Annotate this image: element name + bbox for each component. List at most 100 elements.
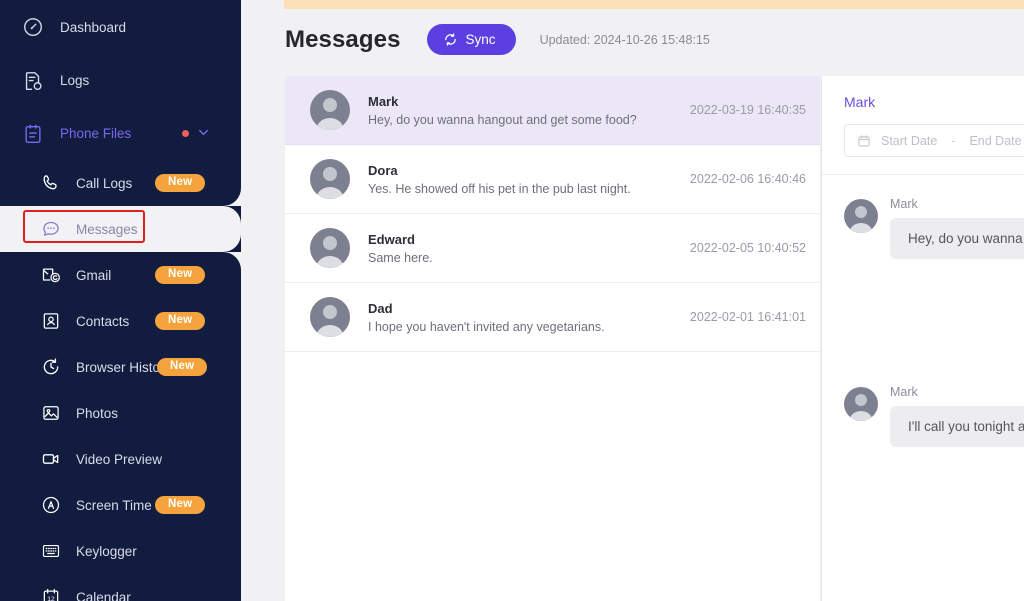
top-banner bbox=[284, 0, 1024, 9]
chat-message: Mark I'll call you tonight and we can ta… bbox=[844, 385, 1024, 447]
chat-sender-name: Mark bbox=[890, 197, 918, 211]
sidebar-item-keylogger[interactable]: Keylogger bbox=[0, 528, 241, 574]
message-row-text: Mark Hey, do you wanna hangout and get s… bbox=[368, 94, 678, 127]
sidebar-item-label: Call Logs bbox=[76, 175, 133, 191]
message-list-panel: Mark Hey, do you wanna hangout and get s… bbox=[285, 76, 820, 601]
sidebar-nav-list: Dashboard Logs Phone Files Call Logs New… bbox=[0, 0, 241, 601]
sidebar-item-label: Phone Files bbox=[60, 126, 132, 141]
contacts-icon bbox=[38, 308, 64, 334]
message-contact-name: Dora bbox=[368, 162, 398, 178]
sidebar-item-calendar[interactable]: 12 Calendar bbox=[0, 574, 241, 601]
message-contact-name: Edward bbox=[368, 231, 415, 247]
message-timestamp: 2022-03-19 16:40:35 bbox=[689, 103, 806, 117]
detail-header: Mark Start Date - End Date bbox=[822, 76, 1024, 157]
badge-new: New bbox=[155, 311, 206, 331]
message-snippet: Hey, do you wanna hangout and get some f… bbox=[368, 112, 637, 127]
sidebar-item-photos[interactable]: Photos bbox=[0, 390, 241, 436]
chat-bubble: Hey, do you wanna hangout and get some f… bbox=[890, 218, 1024, 259]
page-header: Messages Sync Updated: 2024-10-26 15:48:… bbox=[285, 24, 710, 55]
sidebar-item-label: Video Preview bbox=[76, 451, 163, 467]
message-list-row[interactable]: Mark Hey, do you wanna hangout and get s… bbox=[285, 76, 820, 145]
chevron-down-icon[interactable] bbox=[196, 125, 211, 143]
sync-button[interactable]: Sync bbox=[426, 24, 516, 55]
main-content: Messages Sync Updated: 2024-10-26 15:48:… bbox=[241, 0, 1024, 601]
phone-files-icon bbox=[20, 121, 46, 147]
sidebar-item-browser-history[interactable]: Browser History New bbox=[0, 344, 241, 390]
message-snippet: Same here. bbox=[368, 250, 433, 265]
detail-contact-name: Mark bbox=[844, 94, 876, 110]
chat-bubble: I'll call you tonight and we can talk. bbox=[890, 406, 1024, 447]
sidebar-item-label: Calendar bbox=[76, 589, 131, 601]
end-date-input[interactable]: End Date bbox=[969, 134, 1021, 148]
sidebar: Dashboard Logs Phone Files Call Logs New… bbox=[0, 0, 241, 601]
badge-new: New bbox=[155, 173, 206, 193]
logs-icon bbox=[20, 68, 46, 94]
message-snippet: I hope you haven't invited any vegetaria… bbox=[368, 319, 605, 334]
message-timestamp: 2022-02-05 10:40:52 bbox=[689, 241, 806, 255]
gmail-icon bbox=[38, 262, 64, 288]
message-list-row[interactable]: Edward Same here. 2022-02-05 10:40:52 bbox=[285, 214, 820, 283]
message-list-row[interactable]: Dad I hope you haven't invited any veget… bbox=[285, 283, 820, 352]
conversation-detail-panel: Mark Start Date - End Date Mark Hey, do … bbox=[821, 76, 1024, 601]
message-contact-name: Dad bbox=[368, 300, 393, 316]
sidebar-item-label: Dashboard bbox=[60, 19, 127, 35]
calendar-icon bbox=[857, 134, 871, 148]
sidebar-item-logs[interactable]: Logs bbox=[0, 54, 241, 107]
message-snippet: Yes. He showed off his pet in the pub la… bbox=[368, 181, 631, 196]
avatar bbox=[844, 199, 878, 233]
notification-dot-icon bbox=[182, 130, 189, 137]
sidebar-item-dashboard[interactable]: Dashboard bbox=[0, 0, 241, 54]
avatar bbox=[310, 159, 350, 199]
sidebar-item-label: Messages bbox=[76, 221, 138, 237]
sidebar-item-gmail[interactable]: Gmail New bbox=[0, 252, 241, 298]
phone-files-group-indicators bbox=[182, 125, 211, 143]
chat-message: Mark Hey, do you wanna hangout and get s… bbox=[844, 197, 1024, 259]
sidebar-item-screen-time[interactable]: Screen Time New bbox=[0, 482, 241, 528]
badge-new: New bbox=[155, 495, 206, 515]
avatar bbox=[310, 228, 350, 268]
messages-icon bbox=[38, 216, 64, 242]
chat-sender-name: Mark bbox=[890, 385, 918, 399]
message-row-text: Edward Same here. bbox=[368, 232, 678, 265]
svg-text:12: 12 bbox=[47, 596, 55, 601]
sidebar-item-call-logs[interactable]: Call Logs New bbox=[0, 160, 241, 206]
message-timestamp: 2022-02-01 16:41:01 bbox=[689, 310, 806, 324]
chat-message-body: Mark Hey, do you wanna hangout and get s… bbox=[890, 197, 1024, 259]
sidebar-item-label: Gmail bbox=[76, 267, 112, 283]
sidebar-item-label: Logs bbox=[60, 73, 90, 88]
badge-new: New bbox=[157, 357, 208, 377]
sidebar-item-label: Contacts bbox=[76, 313, 130, 329]
sidebar-item-contacts[interactable]: Contacts New bbox=[0, 298, 241, 344]
sidebar-item-label: Keylogger bbox=[76, 543, 137, 559]
avatar bbox=[844, 387, 878, 421]
message-list-row[interactable]: Dora Yes. He showed off his pet in the p… bbox=[285, 145, 820, 214]
last-updated-text: Updated: 2024-10-26 15:48:15 bbox=[539, 32, 710, 47]
sidebar-item-phone-files[interactable]: Phone Files bbox=[0, 107, 241, 160]
screen-time-icon bbox=[38, 492, 64, 518]
chat-thread: Mark Hey, do you wanna hangout and get s… bbox=[822, 175, 1024, 447]
sidebar-item-label: Screen Time bbox=[76, 497, 152, 513]
badge-new: New bbox=[155, 265, 206, 285]
browser-history-icon bbox=[38, 354, 64, 380]
calendar-icon: 12 bbox=[38, 584, 64, 601]
app-window: Dashboard Logs Phone Files Call Logs New… bbox=[0, 0, 1024, 601]
date-range-picker[interactable]: Start Date - End Date bbox=[844, 124, 1024, 157]
sidebar-item-messages[interactable]: Messages bbox=[0, 206, 241, 252]
dashboard-icon bbox=[20, 14, 46, 40]
sidebar-item-label: Photos bbox=[76, 405, 119, 421]
start-date-input[interactable]: Start Date bbox=[881, 134, 937, 148]
call-logs-icon bbox=[38, 170, 64, 196]
video-preview-icon bbox=[38, 446, 64, 472]
chat-message-body: Mark I'll call you tonight and we can ta… bbox=[890, 385, 1024, 447]
message-row-text: Dora Yes. He showed off his pet in the p… bbox=[368, 163, 678, 196]
sidebar-item-video-preview[interactable]: Video Preview bbox=[0, 436, 241, 482]
sync-refresh-icon bbox=[443, 32, 458, 47]
sync-button-label: Sync bbox=[465, 32, 496, 47]
avatar bbox=[310, 90, 350, 130]
page-title: Messages bbox=[285, 25, 401, 53]
keylogger-icon bbox=[38, 538, 64, 564]
photos-icon bbox=[38, 400, 64, 426]
message-timestamp: 2022-02-06 16:40:46 bbox=[689, 172, 806, 186]
chat-spacer bbox=[844, 269, 1024, 385]
message-row-text: Dad I hope you haven't invited any veget… bbox=[368, 301, 678, 334]
